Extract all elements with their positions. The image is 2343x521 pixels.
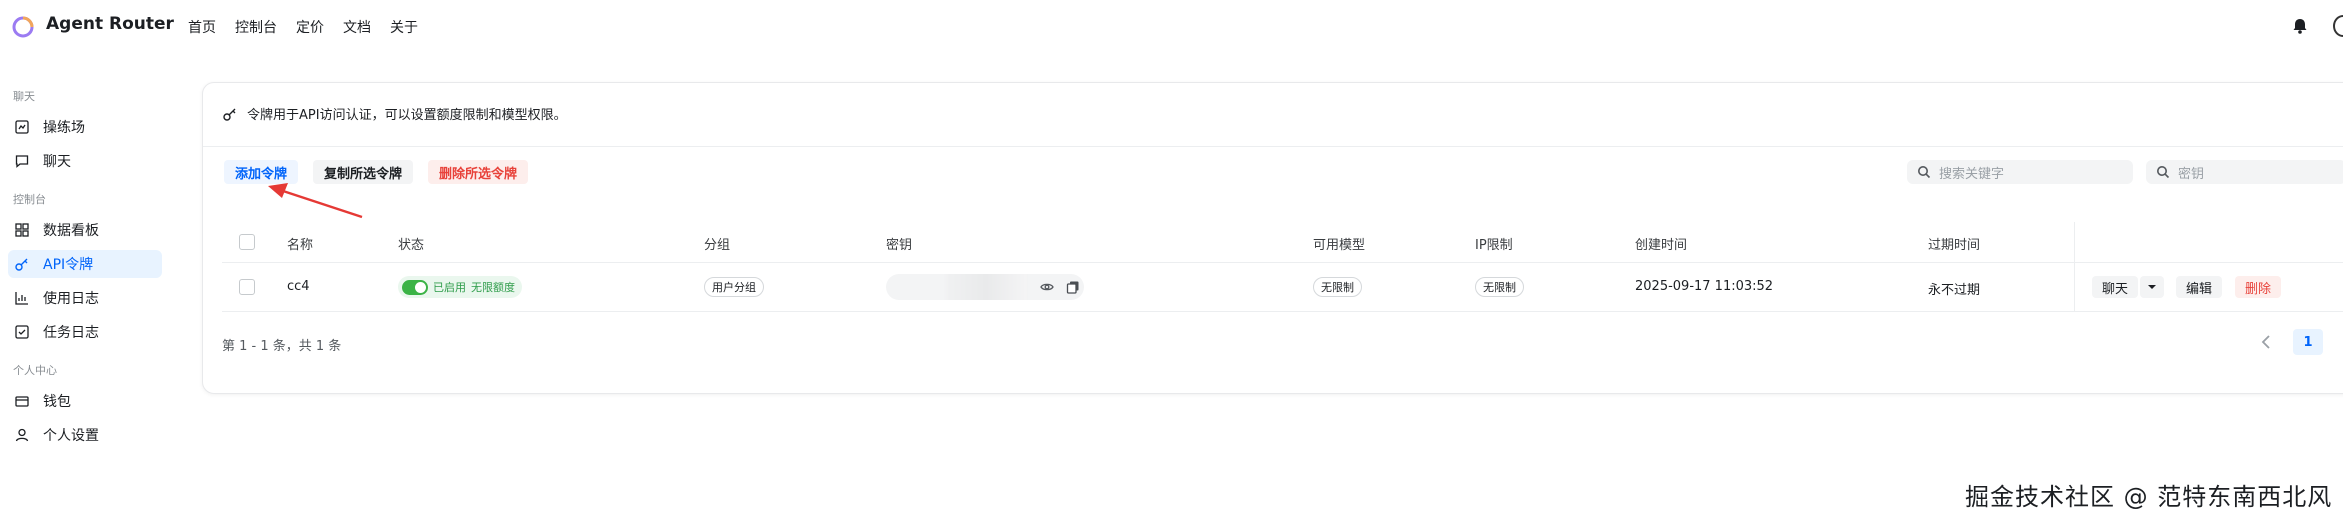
expire-time: 永不过期 [1928,283,1981,298]
sidebar-item-usage-logs[interactable]: 使用日志 [8,284,162,312]
nav-home[interactable]: 首页 [188,17,216,37]
key-icon [14,256,30,272]
nav-docs[interactable]: 文档 [343,17,371,37]
token-card [202,82,2343,394]
sidebar-item-label: 任务日志 [43,325,99,341]
chat-icon [14,153,30,169]
sidebar-section-personal: 个人中心 [13,364,57,377]
models-tag: 无限制 [1313,277,1362,297]
add-token-button[interactable]: 添加令牌 [224,160,299,184]
nav-about[interactable]: 关于 [390,17,418,37]
eye-icon[interactable] [1040,280,1054,294]
column-header-ip-limit[interactable]: IP限制 [1475,234,1513,253]
pagination-summary: 第 1 - 1 条，共 1 条 [222,339,342,354]
chevron-down-icon [2148,285,2156,289]
column-header-name[interactable]: 名称 [287,234,313,253]
search-keyword-input[interactable]: 搜索关键字 [1907,160,2133,184]
app-logo-icon[interactable] [12,16,34,38]
row-divider [222,311,2343,312]
status-toggle[interactable] [402,279,428,295]
select-all-checkbox[interactable] [239,234,255,250]
search-icon [1918,166,1931,179]
task-icon [14,324,30,340]
key-icon [223,108,236,121]
sidebar-item-label: API令牌 [43,257,94,273]
bar-chart-icon [14,290,30,306]
sidebar-item-wallet[interactable]: 钱包 [8,387,162,415]
created-time: 2025-09-17 11:03:52 [1635,279,1774,294]
sidebar-item-chat[interactable]: 聊天 [8,147,162,175]
column-separator [2074,222,2075,312]
sidebar-item-api-tokens[interactable]: API令牌 [8,250,162,278]
search-icon [2157,166,2170,179]
watermark-text: 掘金技术社区 @ 范特东南西北风 [1965,483,2333,511]
sidebar-section-console: 控制台 [13,193,46,206]
key-redaction [946,274,1026,300]
edit-button[interactable]: 编辑 [2176,276,2223,298]
column-header-created[interactable]: 创建时间 [1635,234,1687,253]
sidebar-item-label: 操练场 [43,120,85,136]
token-notice: 令牌用于API访问认证，可以设置额度限制和模型权限。 [222,104,567,123]
copy-icon[interactable] [1066,280,1080,294]
avatar[interactable] [2333,15,2343,37]
sidebar-item-label: 个人设置 [43,428,99,444]
wallet-icon [14,393,30,409]
sidebar-item-playground[interactable]: 操练场 [8,113,162,141]
divider [203,146,2343,147]
header-divider [222,262,2343,263]
search-key-input[interactable]: 密钥 [2146,160,2343,184]
delete-button[interactable]: 删除 [2235,276,2282,298]
search-keyword-placeholder: 搜索关键字 [1939,166,2005,182]
sidebar-item-personal-settings[interactable]: 个人设置 [8,421,162,449]
chat-button[interactable]: 聊天 [2092,276,2139,298]
status-enabled-text: 已启用 [433,281,466,294]
top-header: Agent Router 首页 控制台 定价 文档 关于 [0,0,2343,52]
delete-selected-tokens-button[interactable]: 删除所选令牌 [428,160,529,184]
sidebar-item-label: 数据看板 [43,223,99,239]
app-title[interactable]: Agent Router [46,14,174,34]
notice-text: 令牌用于API访问认证，可以设置额度限制和模型权限。 [247,108,567,123]
sidebar-section-chat: 聊天 [13,90,35,103]
column-header-models[interactable]: 可用模型 [1313,234,1365,253]
sidebar-item-task-logs[interactable]: 任务日志 [8,318,162,346]
sidebar-item-dashboard[interactable]: 数据看板 [8,216,162,244]
bell-icon[interactable] [2290,16,2310,36]
status-badge: 已启用 无限额度 [398,276,522,298]
sidebar-item-label: 钱包 [43,394,71,410]
sidebar-item-label: 聊天 [43,154,71,170]
user-icon [14,427,30,443]
sidebar-item-label: 使用日志 [43,291,99,307]
ip-limit-tag: 无限制 [1475,277,1524,297]
search-key-placeholder: 密钥 [2178,166,2205,182]
token-name: cc4 [287,279,310,294]
chevron-left-icon[interactable] [2258,332,2276,352]
dashboard-icon [14,222,30,238]
chat-dropdown-button[interactable] [2140,276,2164,298]
top-nav: 首页 控制台 定价 文档 关于 [188,17,437,37]
pagination-page-1[interactable]: 1 [2293,329,2323,355]
token-key-masked [886,274,1084,300]
nav-pricing[interactable]: 定价 [296,17,324,37]
row-checkbox[interactable] [239,279,255,295]
column-header-expires[interactable]: 过期时间 [1928,234,1980,253]
column-header-status[interactable]: 状态 [398,234,424,253]
column-header-group[interactable]: 分组 [704,234,730,253]
group-tag: 用户分组 [704,277,764,297]
copy-selected-tokens-button[interactable]: 复制所选令牌 [313,160,414,184]
column-header-key[interactable]: 密钥 [886,234,912,253]
playground-icon [14,119,30,135]
nav-console[interactable]: 控制台 [235,17,277,37]
status-quota-text: 无限额度 [471,281,515,294]
